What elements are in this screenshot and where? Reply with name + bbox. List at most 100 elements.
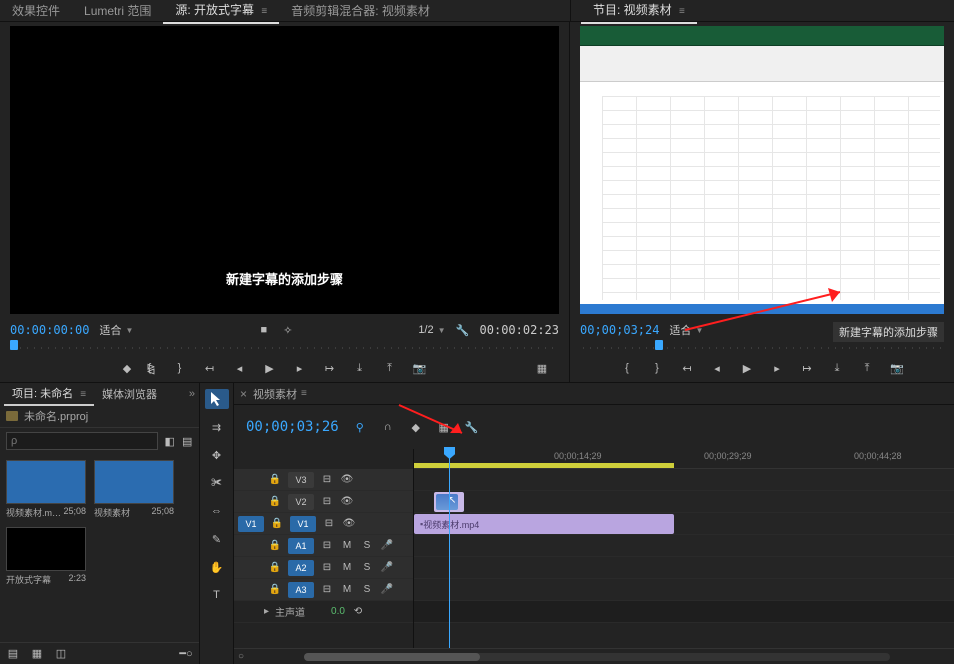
step-forward-button[interactable]: ▸ — [770, 361, 784, 375]
lock-icon[interactable]: 🔒 — [268, 473, 282, 487]
solo-icon[interactable]: S — [360, 539, 374, 553]
wrench-icon[interactable]: 🔧 — [465, 420, 479, 434]
close-timeline-icon[interactable]: × — [240, 387, 247, 401]
reset-icon[interactable]: ⟲ — [351, 605, 365, 619]
tab-audio-clip-mixer[interactable]: 音频剪辑混合器: 视频素材 — [279, 0, 442, 23]
linked-selection-icon[interactable]: ∩ — [381, 420, 395, 434]
settings-icon[interactable]: ▦ — [437, 420, 451, 434]
zoom-scrollbar[interactable] — [304, 653, 890, 661]
lane-a3[interactable] — [414, 579, 954, 601]
program-timecode-in[interactable]: 00;00;03;24 — [580, 323, 659, 337]
track-a1-toggle[interactable]: A1 — [288, 538, 314, 554]
tab-menu-icon[interactable]: ≡ — [301, 388, 307, 399]
eye-icon[interactable]: 👁 — [340, 495, 354, 509]
tab-close-icon[interactable]: ≡ — [80, 389, 86, 400]
track-select-tool[interactable]: ⇉ — [205, 417, 229, 437]
selection-tool[interactable] — [205, 389, 229, 409]
overwrite-button[interactable]: ⤒ — [383, 361, 397, 375]
media-item[interactable]: 视频素材 25;08 — [94, 460, 174, 519]
play-button[interactable]: ▶ — [740, 361, 754, 375]
mix-value[interactable]: 0.0 — [331, 606, 345, 617]
mute-icon[interactable]: M — [340, 583, 354, 597]
track-a3-toggle[interactable]: A3 — [288, 582, 314, 598]
hand-tool[interactable]: ✋ — [205, 557, 229, 577]
mark-in-button[interactable]: { — [620, 361, 634, 375]
snap-icon[interactable]: ⚲ — [353, 420, 367, 434]
mini-playhead[interactable] — [10, 340, 18, 350]
program-fit-dropdown[interactable]: 适合 ▼ — [669, 322, 703, 338]
track-area[interactable]: 00;00;14;29 00;00;29;29 00;00;44;28 ↖ — [414, 449, 954, 648]
export-frame-button[interactable]: 📷 — [890, 361, 904, 375]
stop-icon[interactable]: ■ — [257, 323, 271, 337]
ripple-edit-tool[interactable]: ✥ — [205, 445, 229, 465]
search-filter-icon[interactable]: ◧ — [164, 434, 176, 448]
wrench-icon[interactable]: 🔧 — [456, 323, 470, 337]
clip-video[interactable]: ▪ 视频素材.mp4 — [414, 514, 674, 534]
tab-effect-controls[interactable]: 效果控件 — [0, 0, 72, 23]
mini-playhead[interactable] — [655, 340, 663, 350]
sync-lock-icon[interactable]: ⊟ — [320, 495, 334, 509]
source-fit-dropdown[interactable]: 适合 ▼ — [99, 322, 133, 338]
export-frame-button[interactable]: 📷 — [413, 361, 427, 375]
step-back-button[interactable]: ◂ — [233, 361, 247, 375]
list-view-icon[interactable]: ▤ — [6, 647, 20, 661]
lock-icon[interactable]: 🔒 — [268, 539, 282, 553]
tab-close-icon[interactable]: ≡ — [261, 6, 267, 17]
lock-icon[interactable]: 🔒 — [268, 583, 282, 597]
mark-out-button[interactable]: } — [173, 361, 187, 375]
icon-view-icon[interactable]: ▦ — [30, 647, 44, 661]
pen-tool[interactable]: ✎ — [205, 529, 229, 549]
ptab-project[interactable]: 项目: 未命名 ≡ — [4, 382, 94, 406]
go-out-button[interactable]: ↦ — [323, 361, 337, 375]
circle-icon[interactable]: ○ — [238, 651, 244, 662]
timeline-playhead[interactable] — [449, 449, 450, 648]
insert-button[interactable]: ⤓ — [353, 361, 367, 375]
sync-lock-icon[interactable]: ⊟ — [320, 473, 334, 487]
program-mini-timeline[interactable] — [580, 342, 944, 354]
source-timecode-in[interactable]: 00:00:00:00 — [10, 323, 89, 337]
track-a2-toggle[interactable]: A2 — [288, 560, 314, 576]
zoom-slider-icon[interactable]: ━○ — [179, 647, 193, 661]
media-item[interactable]: 视频素材.m… 25;08 — [6, 460, 86, 519]
voice-over-icon[interactable]: 🎤 — [380, 561, 394, 575]
media-item[interactable]: 开放式字幕 2:23 — [6, 527, 86, 586]
search-input[interactable] — [6, 432, 158, 450]
eye-icon[interactable]: 👁 — [340, 473, 354, 487]
lock-icon[interactable]: 🔒 — [268, 495, 282, 509]
play-button[interactable]: ▶ — [263, 361, 277, 375]
step-back-button[interactable]: ◂ — [710, 361, 724, 375]
lock-icon[interactable]: 🔒 — [268, 561, 282, 575]
lane-v1[interactable]: ▪ 视频素材.mp4 — [414, 513, 954, 535]
lane-a1[interactable] — [414, 535, 954, 557]
lane-a2[interactable] — [414, 557, 954, 579]
extract-button[interactable]: ⤒ — [860, 361, 874, 375]
sync-lock-icon[interactable]: ⊟ — [320, 539, 334, 553]
tab-source-captions[interactable]: 源: 开放式字幕 ≡ — [163, 0, 279, 24]
overflow-icon[interactable]: » — [189, 388, 195, 400]
slip-tool[interactable]: ⇔ — [205, 501, 229, 521]
solo-icon[interactable]: S — [360, 583, 374, 597]
step-forward-button[interactable]: ▸ — [293, 361, 307, 375]
source-mini-timeline[interactable] — [10, 342, 559, 354]
tab-lumetri-scopes[interactable]: Lumetri 范围 — [72, 0, 163, 23]
in-out-icon[interactable]: ⧎ — [144, 361, 158, 375]
solo-icon[interactable]: S — [360, 561, 374, 575]
marker-icon[interactable]: ◆ — [409, 420, 423, 434]
sync-lock-icon[interactable]: ⊟ — [320, 583, 334, 597]
voice-over-icon[interactable]: 🎤 — [380, 539, 394, 553]
type-tool[interactable]: T — [205, 585, 229, 605]
go-in-button[interactable]: ↤ — [203, 361, 217, 375]
mark-out-button[interactable]: } — [650, 361, 664, 375]
lane-v3[interactable] — [414, 469, 954, 491]
sync-lock-icon[interactable]: ⊟ — [322, 517, 336, 531]
new-bin-icon[interactable]: ▤ — [182, 434, 194, 448]
source-v1-toggle[interactable]: V1 — [238, 516, 264, 532]
tab-program[interactable]: 节目: 视频素材 ≡ — [581, 0, 697, 24]
go-out-button[interactable]: ↦ — [800, 361, 814, 375]
lane-mix[interactable] — [414, 601, 954, 623]
lane-v2[interactable]: ↖ — [414, 491, 954, 513]
time-ruler[interactable]: 00;00;14;29 00;00;29;29 00;00;44;28 — [414, 449, 954, 469]
lift-button[interactable]: ⤓ — [830, 361, 844, 375]
mute-icon[interactable]: M — [340, 561, 354, 575]
ptab-media-browser[interactable]: 媒体浏览器 — [94, 383, 165, 405]
